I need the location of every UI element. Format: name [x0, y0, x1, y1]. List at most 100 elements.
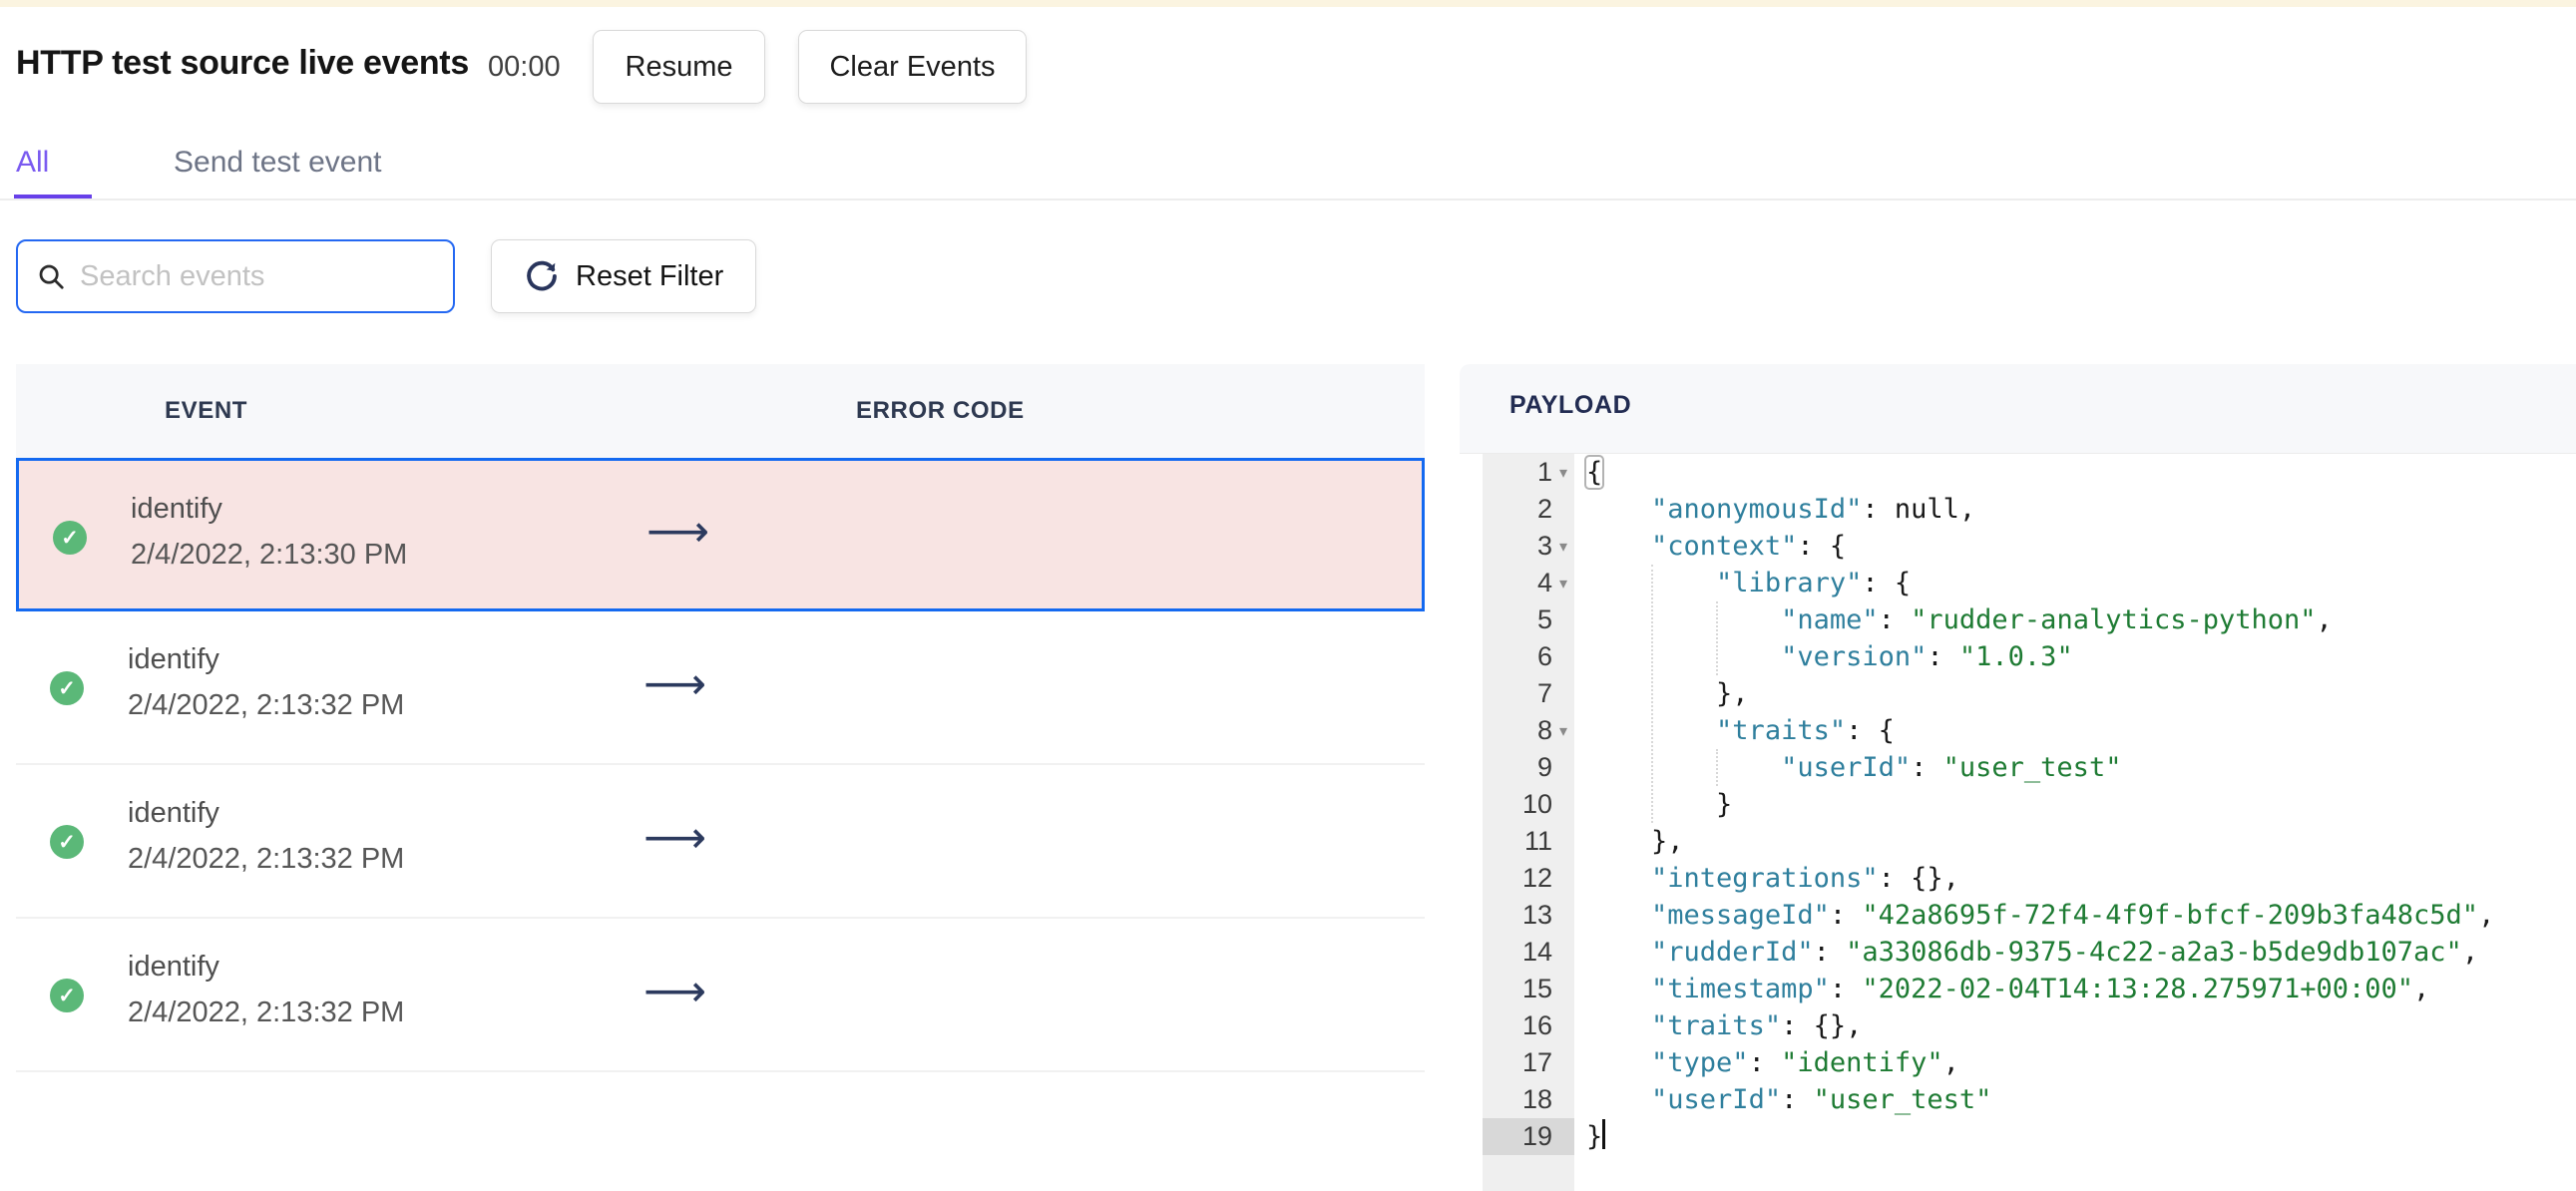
top-banner: [0, 0, 2576, 7]
line-number: 15: [1521, 974, 1552, 1003]
code-line: "messageId": "42a8695f-72f4-4f9f-bfcf-20…: [1651, 900, 2495, 931]
refresh-icon: [524, 258, 560, 294]
event-timestamp: 2/4/2022, 2:13:32 PM: [128, 689, 405, 721]
fold-toggle-icon[interactable]: ▾: [1552, 574, 1574, 594]
code-line: "name": "rudder-analytics-python",: [1781, 604, 2333, 635]
line-number: 3: [1536, 531, 1552, 561]
payload-panel: PAYLOAD 1 ▾ 2 3 ▾ 4 ▾ 5 6 7 8 ▾ 9 10 11 12 13 14 15 16 17 18 1…: [1460, 364, 2576, 1191]
gutter-line: 6: [1483, 638, 1574, 675]
event-rows: ✓ identify 2/4/2022, 2:13:30 PM ⟶ ✓ iden…: [16, 458, 1425, 1072]
gutter-line: 7: [1483, 675, 1574, 712]
search-input[interactable]: [80, 259, 435, 293]
event-name: identify: [131, 493, 222, 525]
column-header-error-code: ERROR CODE: [856, 397, 1025, 424]
search-events-box[interactable]: [16, 239, 455, 313]
gutter-line: 9: [1483, 749, 1574, 786]
code-line: "context": {: [1651, 531, 1847, 562]
event-row[interactable]: ✓ identify 2/4/2022, 2:13:30 PM ⟶: [16, 458, 1425, 611]
debounce-timer: 00:00: [488, 51, 561, 83]
line-number: 13: [1521, 900, 1552, 930]
success-icon: ✓: [50, 979, 84, 1012]
fold-toggle-icon[interactable]: ▾: [1552, 537, 1574, 557]
code-line: "traits": {},: [1651, 1010, 1863, 1041]
line-number: 9: [1536, 752, 1552, 782]
gutter-line: 3 ▾: [1483, 528, 1574, 565]
line-number: 19: [1521, 1121, 1552, 1151]
clear-events-button[interactable]: Clear Events: [798, 30, 1027, 104]
text-cursor: [1602, 1119, 1606, 1149]
tab-divider: [0, 198, 2576, 200]
page-title: HTTP test source live events: [16, 44, 469, 82]
line-number: 18: [1521, 1084, 1552, 1114]
gutter-line: 18: [1483, 1081, 1574, 1118]
editor-gutter: 1 ▾ 2 3 ▾ 4 ▾ 5 6 7 8 ▾ 9 10 11 12 13 14 15 16 17 18 19: [1483, 454, 1574, 1191]
line-number: 4: [1536, 568, 1552, 597]
success-icon: ✓: [53, 521, 87, 555]
line-number: 11: [1523, 826, 1552, 856]
code-line: "anonymousId": null,: [1651, 494, 1976, 525]
code-line: "integrations": {},: [1651, 863, 1959, 894]
line-number: 12: [1521, 863, 1552, 893]
code-line: }: [1586, 1118, 2494, 1155]
event-name: identify: [128, 951, 219, 983]
gutter-line: 14: [1483, 934, 1574, 971]
reset-filter-label: Reset Filter: [576, 259, 724, 292]
line-number: 10: [1521, 789, 1552, 819]
arrow-right-icon: ⟶: [644, 658, 707, 710]
line-number: 2: [1536, 494, 1552, 524]
line-number: 1: [1536, 457, 1552, 487]
event-timestamp: 2/4/2022, 2:13:32 PM: [128, 843, 405, 875]
gutter-line: 10: [1483, 786, 1574, 823]
code-line: "timestamp": "2022-02-04T14:13:28.275971…: [1651, 974, 2430, 1004]
event-name: identify: [128, 797, 219, 829]
gutter-line: 12: [1483, 860, 1574, 897]
code-line: "traits": {: [1716, 715, 1895, 746]
code-line: "userId": "user_test": [1651, 1084, 1992, 1115]
tab-all[interactable]: All: [16, 146, 49, 180]
resume-button[interactable]: Resume: [593, 30, 765, 104]
gutter-line: 16: [1483, 1007, 1574, 1044]
gutter-line: 11: [1483, 823, 1574, 860]
event-row[interactable]: ✓ identify 2/4/2022, 2:13:32 PM ⟶: [16, 919, 1425, 1072]
column-header-event: EVENT: [165, 397, 248, 424]
code-line: "userId": "user_test": [1781, 752, 2122, 783]
table-header: EVENT ERROR CODE: [16, 364, 1425, 458]
reset-filter-button[interactable]: Reset Filter: [491, 239, 757, 313]
arrow-right-icon: ⟶: [646, 506, 710, 558]
success-icon: ✓: [50, 825, 84, 859]
line-number: 16: [1521, 1010, 1552, 1040]
payload-header: PAYLOAD: [1460, 364, 2576, 454]
gutter-line: 15: [1483, 971, 1574, 1007]
gutter-line: 2: [1483, 491, 1574, 528]
code-line: }: [1586, 789, 1733, 820]
event-row[interactable]: ✓ identify 2/4/2022, 2:13:32 PM ⟶: [16, 765, 1425, 919]
code-line: "type": "identify",: [1651, 1047, 1959, 1078]
code-editor[interactable]: 1 ▾ 2 3 ▾ 4 ▾ 5 6 7 8 ▾ 9 10 11 12 13 14 15 16 17 18 19 { "ano…: [1460, 454, 2576, 1191]
line-number: 14: [1521, 937, 1552, 967]
code-line: },: [1586, 678, 1749, 709]
line-number: 5: [1536, 604, 1552, 634]
fold-toggle-icon[interactable]: ▾: [1552, 721, 1574, 741]
tab-send-test-event[interactable]: Send test event: [174, 146, 381, 180]
code-line: "rudderId": "a33086db-9375-4c22-a2a3-b5d…: [1651, 937, 2479, 968]
gutter-line: 4 ▾: [1483, 565, 1574, 601]
gutter-line: 5: [1483, 601, 1574, 638]
line-number: 7: [1536, 678, 1552, 708]
gutter-line: 19: [1483, 1118, 1574, 1155]
event-timestamp: 2/4/2022, 2:13:32 PM: [128, 996, 405, 1028]
search-icon: [36, 261, 66, 291]
code-line: },: [1586, 826, 1684, 857]
event-timestamp: 2/4/2022, 2:13:30 PM: [131, 539, 408, 571]
fold-toggle-icon[interactable]: ▾: [1552, 463, 1574, 483]
gutter-line: 1 ▾: [1483, 454, 1574, 491]
code-lines: { "anonymousId": null, "context": { "lib…: [1584, 454, 2495, 1155]
events-table: EVENT ERROR CODE ✓ identify 2/4/2022, 2:…: [16, 364, 1425, 1072]
arrow-right-icon: ⟶: [644, 812, 707, 864]
gutter-line: 17: [1483, 1044, 1574, 1081]
line-number: 8: [1536, 715, 1552, 745]
event-row[interactable]: ✓ identify 2/4/2022, 2:13:32 PM ⟶: [16, 611, 1425, 765]
line-number: 6: [1536, 641, 1552, 671]
event-name: identify: [128, 643, 219, 675]
gutter-line: 13: [1483, 897, 1574, 934]
code-line: "version": "1.0.3": [1781, 641, 2073, 672]
